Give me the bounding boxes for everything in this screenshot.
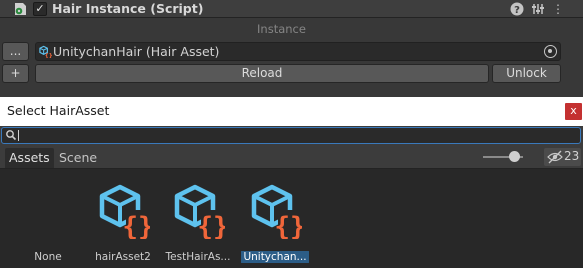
grid-item-hairasset2[interactable]: {} hairAsset2 [85,178,161,268]
hidden-count: 23 [564,149,580,163]
select-asset-window: Select HairAsset x Assets Scene 23 None … [0,97,583,268]
svg-text:{}: {} [197,212,225,239]
component-enabled-checkbox[interactable]: ✓ [33,2,47,16]
search-icon [6,130,17,141]
search-bar [0,126,583,145]
tab-scene[interactable]: Scene [55,148,101,168]
hair-asset-script-icon: {} [99,184,150,239]
hair-asset-icon: {} [39,45,52,58]
svg-text:{}: {} [122,212,150,239]
text-caret [18,130,19,141]
svg-text:{}: {} [274,212,302,239]
reload-button[interactable]: Reload [35,64,489,83]
grid-item-testhairasset[interactable]: {} TestHairAs... [160,178,236,268]
instance-section-label: Instance [257,22,306,36]
dots-button[interactable]: ... [2,42,29,61]
zoom-slider-handle[interactable] [509,151,520,162]
hair-asset-field[interactable]: {} UnitychanHair (Hair Asset) [35,42,561,61]
picker-tabs: Assets Scene 23 [0,145,583,169]
script-gear-icon [15,3,26,15]
grid-item-label-selected: Unitychan... [241,251,309,263]
hair-asset-field-value: UnitychanHair (Hair Asset) [53,44,220,59]
grid-item-label: None [34,251,62,263]
component-title: Hair Instance (Script) [52,1,204,16]
svg-text:{}: {} [45,53,52,58]
hair-asset-script-icon: {} [174,184,225,239]
presets-icon[interactable] [530,1,546,17]
object-picker-icon[interactable] [544,45,557,58]
asset-grid: None {} hairAsset2 {} TestHairAs... [0,170,583,268]
component-header[interactable]: ✓ Hair Instance (Script) ? ⋮ [0,0,583,18]
hidden-items-toggle[interactable]: 23 [544,148,581,166]
window-titlebar[interactable]: Select HairAsset x [0,97,583,126]
tab-assets[interactable]: Assets [5,148,54,168]
window-title: Select HairAsset [7,103,110,118]
close-button[interactable]: x [565,103,582,120]
more-menu-icon[interactable]: ⋮ [550,1,566,17]
grid-item-unitychanhair[interactable]: {} Unitychan... [237,178,313,268]
unlock-button[interactable]: Unlock [492,64,561,83]
search-input[interactable] [1,127,581,144]
help-glyph: ? [514,5,520,16]
grid-item-none[interactable]: None [10,178,86,268]
hair-asset-script-icon: {} [251,184,302,239]
add-button[interactable]: + [2,64,29,83]
grid-item-label: TestHairAs... [165,251,231,263]
grid-item-label: hairAsset2 [95,251,151,263]
help-icon[interactable]: ? [509,1,525,17]
eye-hidden-icon [547,150,563,164]
